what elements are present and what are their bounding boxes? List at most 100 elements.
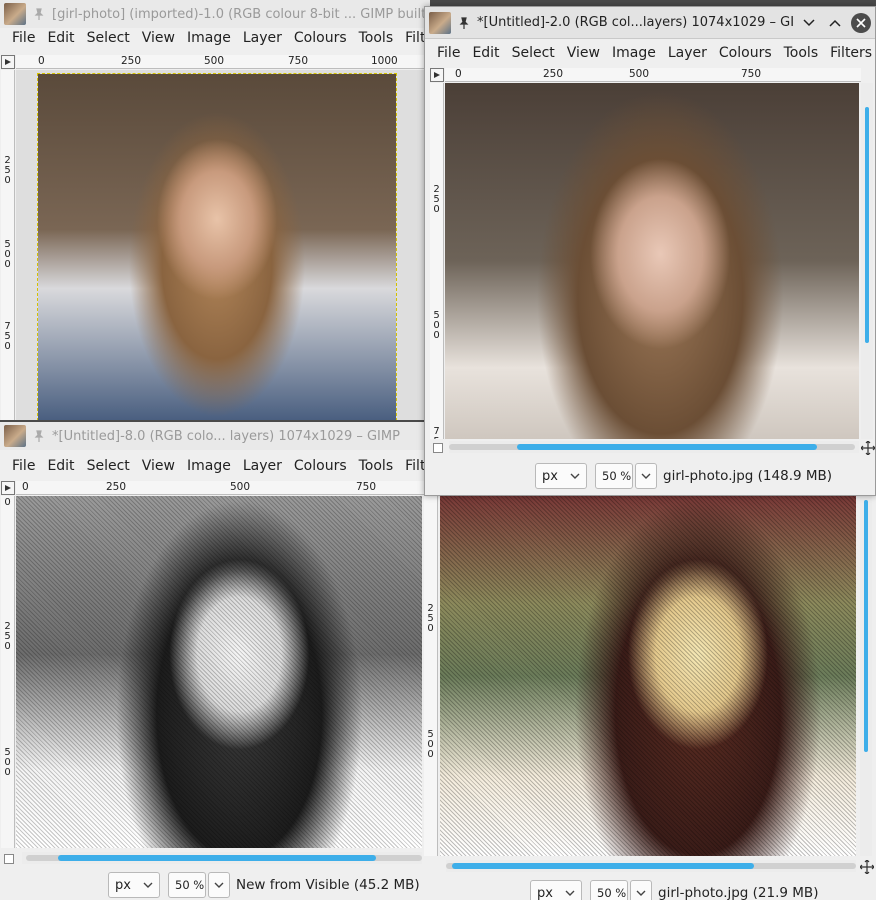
horizontal-scrollbar[interactable] [449, 441, 859, 453]
image-canvas[interactable] [440, 496, 856, 856]
menu-view[interactable]: View [136, 28, 181, 48]
menu-filters[interactable]: Filters [824, 43, 875, 63]
menu-select[interactable]: Select [506, 43, 561, 63]
scrollbar-thumb[interactable] [452, 863, 754, 869]
window-controls [799, 12, 875, 33]
quick-mask-toggle[interactable] [1, 55, 15, 69]
navigate-icon[interactable] [861, 441, 875, 455]
menu-layer[interactable]: Layer [237, 28, 288, 48]
vertical-ruler[interactable]: 250 500 750 [1, 70, 15, 420]
window-titlebar[interactable]: *[Untitled]-2.0 (RGB col...layers) 1074x… [425, 7, 875, 39]
minimize-button[interactable] [799, 13, 819, 33]
menu-image[interactable]: Image [181, 28, 237, 48]
vertical-ruler[interactable]: 0 250 500 [1, 496, 15, 848]
window-untitled-2: *[Untitled]-2.0 (RGB col...layers) 1074x… [424, 6, 876, 496]
minimize-icon [803, 18, 815, 26]
menu-select[interactable]: Select [81, 28, 136, 48]
zoom-field[interactable]: 50 % [595, 463, 633, 489]
window-bottom-right: 250 500 px 50 % girl-photo.jpg (21.9 MB) [424, 496, 876, 900]
zoom-field[interactable]: 50 % [168, 872, 206, 898]
zoom-dropdown-button[interactable] [208, 872, 230, 898]
ruler-tick-label: 250 [4, 155, 11, 186]
ruler-tick-label: 500 [629, 68, 650, 80]
unit-select[interactable]: px [530, 880, 582, 900]
horizontal-scrollbar[interactable] [446, 860, 856, 872]
window-titlebar[interactable]: [girl-photo] (imported)-1.0 (RGB colour … [0, 0, 430, 28]
quick-mask-toggle[interactable] [1, 481, 15, 495]
menu-file[interactable]: File [431, 43, 466, 63]
maximize-icon [829, 19, 841, 27]
menu-tools[interactable]: Tools [353, 456, 400, 476]
close-icon [856, 17, 866, 28]
menu-tools[interactable]: Tools [778, 43, 825, 63]
pin-icon[interactable] [32, 429, 46, 443]
menu-edit[interactable]: Edit [41, 456, 80, 476]
scrollbar-thumb[interactable] [58, 855, 376, 861]
ruler-tick-label: 0 [22, 481, 29, 493]
ruler-tick-label: 750 [4, 321, 11, 352]
scrollbar-thumb[interactable] [517, 444, 817, 450]
vertical-ruler[interactable]: 250 500 750 [430, 83, 444, 439]
horizontal-scrollbar[interactable] [22, 852, 422, 864]
window-untitled-8: *[Untitled]-8.0 (RGB colo... layers) 107… [0, 422, 430, 900]
menu-file[interactable]: File [6, 28, 41, 48]
zoom-value: 50 % [175, 878, 205, 892]
status-bar: px 50 % New from Visible (45.2 MB) [108, 868, 420, 900]
menu-colours[interactable]: Colours [288, 456, 353, 476]
menu-edit[interactable]: Edit [466, 43, 505, 63]
vertical-scrollbar[interactable] [861, 83, 873, 439]
unit-select[interactable]: px [535, 463, 587, 489]
unit-value: px [542, 468, 558, 484]
menu-colours[interactable]: Colours [713, 43, 778, 63]
ruler-tick-label: 750 [288, 55, 309, 67]
navigate-icon[interactable] [860, 860, 874, 874]
image-canvas[interactable] [16, 496, 422, 848]
scrollbar-thumb[interactable] [865, 107, 869, 343]
maximize-button[interactable] [825, 13, 845, 33]
ruler-tick-label: 750 [356, 481, 377, 493]
image-canvas[interactable] [445, 83, 859, 439]
unit-value: px [537, 885, 553, 900]
status-bar: px 50 % girl-photo.jpg (21.9 MB) [530, 876, 818, 900]
menu-select[interactable]: Select [81, 456, 136, 476]
pin-icon[interactable] [457, 16, 471, 30]
vertical-scrollbar[interactable] [860, 496, 872, 856]
ruler-tick-label: 0 [455, 68, 462, 80]
horizontal-ruler[interactable]: 0 250 500 750 1000 [16, 55, 430, 69]
vertical-ruler[interactable]: 250 500 [424, 496, 438, 856]
chevron-down-icon [143, 882, 153, 888]
ruler-tick-label: 250 [121, 55, 142, 67]
menubar: File Edit Select View Image Layer Colour… [425, 43, 875, 63]
pin-icon[interactable] [32, 7, 46, 21]
close-button[interactable] [851, 12, 871, 33]
ruler-tick-label: 500 [433, 310, 440, 341]
window-titlebar[interactable]: *[Untitled]-8.0 (RGB colo... layers) 107… [0, 422, 430, 450]
ruler-tick-label: 500 [230, 481, 251, 493]
menu-tools[interactable]: Tools [353, 28, 400, 48]
image-canvas[interactable] [16, 70, 430, 420]
zoom-field[interactable]: 50 % [590, 880, 628, 900]
unit-select[interactable]: px [108, 872, 160, 898]
menu-view[interactable]: View [561, 43, 606, 63]
menu-image[interactable]: Image [181, 456, 237, 476]
quick-mask-toggle[interactable] [430, 68, 444, 82]
chevron-down-icon [570, 473, 580, 479]
menu-layer[interactable]: Layer [237, 456, 288, 476]
menu-image[interactable]: Image [606, 43, 662, 63]
zoom-dropdown-button[interactable] [635, 463, 657, 489]
menu-colours[interactable]: Colours [288, 28, 353, 48]
canvas-corner-toggle[interactable] [433, 443, 443, 453]
menubar: File Edit Select View Image Layer Colour… [0, 456, 430, 476]
window-title: *[Untitled]-2.0 (RGB col...layers) 1074x… [477, 15, 793, 30]
menu-file[interactable]: File [6, 456, 41, 476]
scrollbar-thumb[interactable] [864, 500, 868, 752]
horizontal-ruler[interactable]: 0 250 500 750 [16, 481, 430, 495]
menu-layer[interactable]: Layer [662, 43, 713, 63]
menu-view[interactable]: View [136, 456, 181, 476]
window-girl-photo-imported: [girl-photo] (imported)-1.0 (RGB colour … [0, 0, 430, 420]
zoom-dropdown-button[interactable] [630, 880, 652, 900]
canvas-corner-toggle[interactable] [4, 854, 14, 864]
status-message: New from Visible (45.2 MB) [236, 877, 420, 893]
menu-edit[interactable]: Edit [41, 28, 80, 48]
horizontal-ruler[interactable]: 0 250 500 750 [445, 68, 861, 82]
